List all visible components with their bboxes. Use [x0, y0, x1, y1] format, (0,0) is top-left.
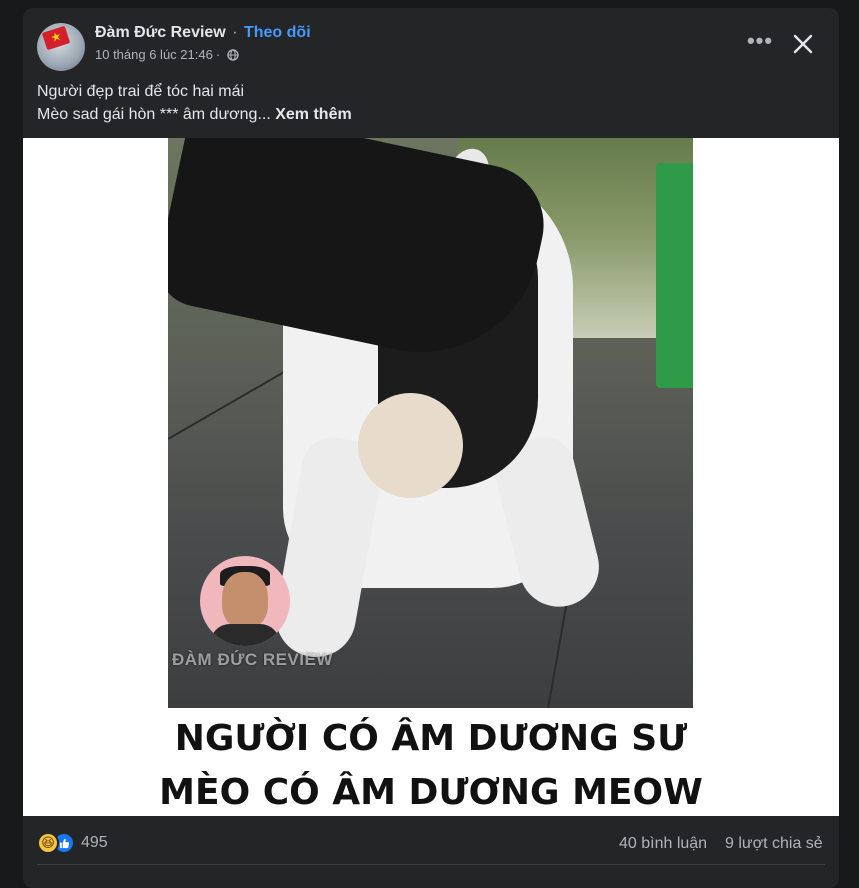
- watermark-avatar: [200, 556, 290, 646]
- author-name[interactable]: Đàm Đức Review: [95, 24, 226, 41]
- author-line: Đàm Đức Review · Theo dõi: [95, 24, 311, 42]
- reactions-summary[interactable]: 😆 495: [37, 832, 108, 854]
- separator-dot: ·: [232, 24, 238, 41]
- post-timestamp[interactable]: 10 tháng 6 lúc 21:46: [95, 47, 213, 62]
- post-media[interactable]: ĐÀM ĐỨC REVIEW NGƯỜI CÓ ÂM DƯƠNG SƯ MÈO …: [23, 138, 839, 816]
- watermark-avatar-shirt: [210, 624, 280, 646]
- meta-separator: ·: [215, 47, 221, 62]
- cat-photo[interactable]: ĐÀM ĐỨC REVIEW: [168, 138, 693, 708]
- watermark-avatar-face: [222, 572, 268, 628]
- post-text-line1: Người đẹp trai để tóc hai mái: [37, 83, 245, 100]
- post-text-line2-content: Mèo sad gái hòn *** âm dương...: [37, 106, 271, 123]
- post-footer: 😆 495 40 bình luận 9 lượt chia sẻ: [23, 816, 839, 888]
- cat-yin-yang-marking: [358, 393, 463, 498]
- more-options-icon[interactable]: •••: [745, 30, 775, 55]
- globe-icon[interactable]: [227, 48, 239, 61]
- follow-button[interactable]: Theo dõi: [244, 24, 311, 41]
- post-header: ★ Đàm Đức Review · Theo dõi 10 tháng 6 l…: [23, 8, 839, 83]
- author-avatar[interactable]: ★: [37, 23, 85, 71]
- reaction-count: 495: [81, 834, 108, 851]
- shares-count[interactable]: 9 lượt chia sẻ: [725, 835, 823, 853]
- footer-divider: [37, 864, 825, 865]
- post-card: ★ Đàm Đức Review · Theo dõi 10 tháng 6 l…: [23, 8, 839, 888]
- caption-line2: MÈO CÓ ÂM DƯƠNG MEOW: [159, 772, 703, 813]
- haha-icon: 😆: [37, 832, 59, 854]
- close-icon[interactable]: [789, 30, 817, 58]
- post-text-line2: Mèo sad gái hòn *** âm dương... Xem thêm: [37, 103, 817, 126]
- post-text: Người đẹp trai để tóc hai mái Mèo sad gá…: [37, 80, 817, 126]
- watermark-text: ĐÀM ĐỨC REVIEW: [172, 650, 333, 669]
- comments-count[interactable]: 40 bình luận: [619, 835, 707, 853]
- green-trash-bin: [656, 163, 693, 388]
- flag-icon: ★: [41, 25, 71, 51]
- caption-line1: NGƯỜI CÓ ÂM DƯƠNG SƯ: [174, 718, 688, 759]
- see-more-link[interactable]: Xem thêm: [275, 106, 351, 123]
- post-meta: 10 tháng 6 lúc 21:46 ·: [95, 47, 239, 62]
